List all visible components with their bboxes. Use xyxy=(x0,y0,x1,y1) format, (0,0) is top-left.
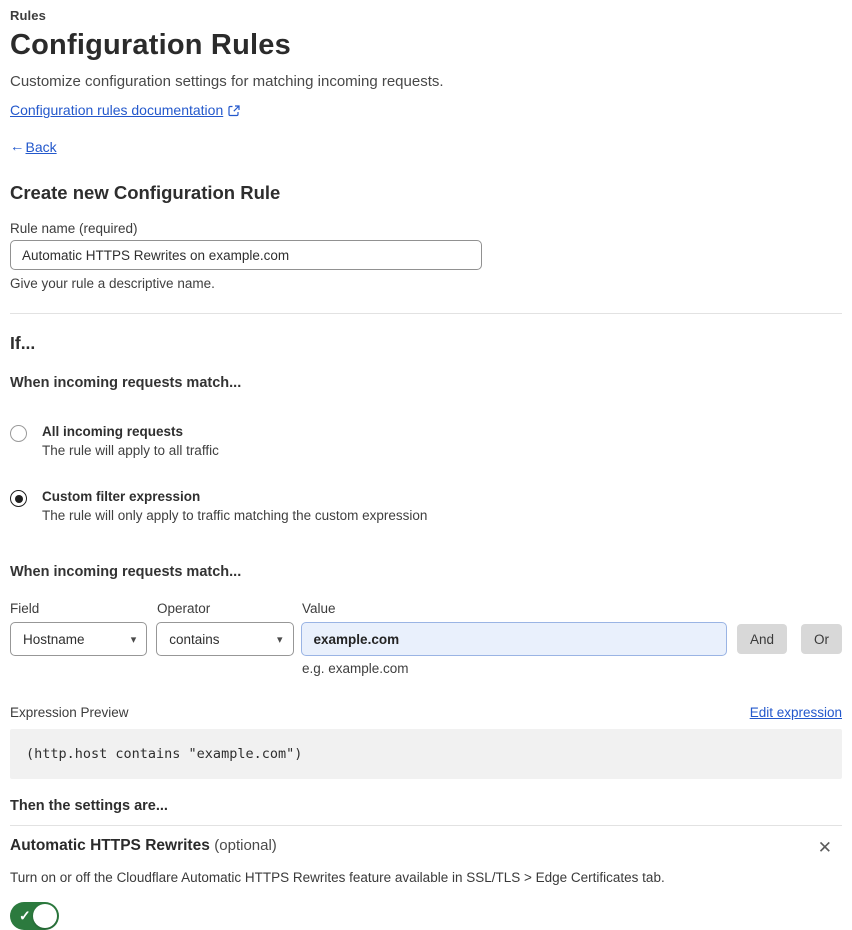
radio-selected-icon[interactable] xyxy=(10,490,27,507)
automatic-https-rewrites-toggle[interactable]: ✓ xyxy=(10,902,59,930)
close-icon[interactable]: ✕ xyxy=(814,837,836,858)
documentation-link[interactable]: Configuration rules documentation xyxy=(10,102,223,118)
field-select[interactable]: Hostname ▾ xyxy=(10,622,148,656)
breadcrumb: Rules xyxy=(10,8,46,23)
radio-option-description: The rule will only apply to traffic matc… xyxy=(42,508,428,523)
configuration-rules-page: Rules Configuration Rules Customize conf… xyxy=(0,0,852,930)
chevron-down-icon: ▾ xyxy=(130,633,137,646)
page-title: Configuration Rules xyxy=(10,29,291,61)
radio-option-label: Custom filter expression xyxy=(42,489,201,504)
radio-option-description: The rule will apply to all traffic xyxy=(42,443,219,458)
if-heading: If... xyxy=(10,333,36,353)
radio-option-custom-filter-expression[interactable]: Custom filter expression The rule will o… xyxy=(10,489,842,523)
field-label: Field xyxy=(10,601,40,616)
setting-title: Automatic HTTPS Rewrites xyxy=(10,837,210,854)
value-input[interactable] xyxy=(300,622,727,656)
value-helper-text: e.g. example.com xyxy=(302,661,409,676)
operator-label: Operator xyxy=(157,601,211,616)
section-divider xyxy=(10,313,842,314)
check-icon: ✓ xyxy=(19,907,31,924)
rule-name-helper: Give your rule a descriptive name. xyxy=(10,276,215,291)
builder-heading: When incoming requests match... xyxy=(10,564,242,580)
expression-preview-label: Expression Preview xyxy=(10,705,129,720)
match-heading: When incoming requests match... xyxy=(10,375,242,391)
field-select-value: Hostname xyxy=(23,631,85,647)
operator-select[interactable]: contains ▾ xyxy=(156,622,294,656)
operator-select-value: contains xyxy=(169,631,220,647)
setting-description: Turn on or off the Cloudflare Automatic … xyxy=(10,870,665,885)
page-subtitle: Customize configuration settings for mat… xyxy=(10,73,444,90)
rule-name-label: Rule name (required) xyxy=(10,221,138,236)
back-arrow-icon: ← xyxy=(10,139,25,155)
edit-expression-link[interactable]: Edit expression xyxy=(750,705,842,720)
create-rule-title: Create new Configuration Rule xyxy=(10,182,281,203)
radio-option-label: All incoming requests xyxy=(42,424,184,439)
or-button[interactable]: Or xyxy=(800,624,842,654)
expression-preview-code: (http.host contains "example.com") xyxy=(10,729,842,779)
rule-name-input[interactable] xyxy=(10,240,482,270)
setting-divider xyxy=(10,825,842,826)
back-link-label[interactable]: Back xyxy=(26,139,57,155)
external-link-icon xyxy=(228,104,240,117)
back-link[interactable]: ← Back xyxy=(10,139,842,155)
then-settings-heading: Then the settings are... xyxy=(10,798,168,814)
radio-option-all-incoming-requests[interactable]: All incoming requests The rule will appl… xyxy=(10,424,842,458)
setting-optional-label: (optional) xyxy=(214,837,277,854)
and-button[interactable]: And xyxy=(736,624,787,654)
value-label: Value xyxy=(302,601,336,616)
radio-unselected-icon[interactable] xyxy=(10,425,27,442)
chevron-down-icon: ▾ xyxy=(277,633,283,646)
toggle-knob xyxy=(33,904,57,928)
